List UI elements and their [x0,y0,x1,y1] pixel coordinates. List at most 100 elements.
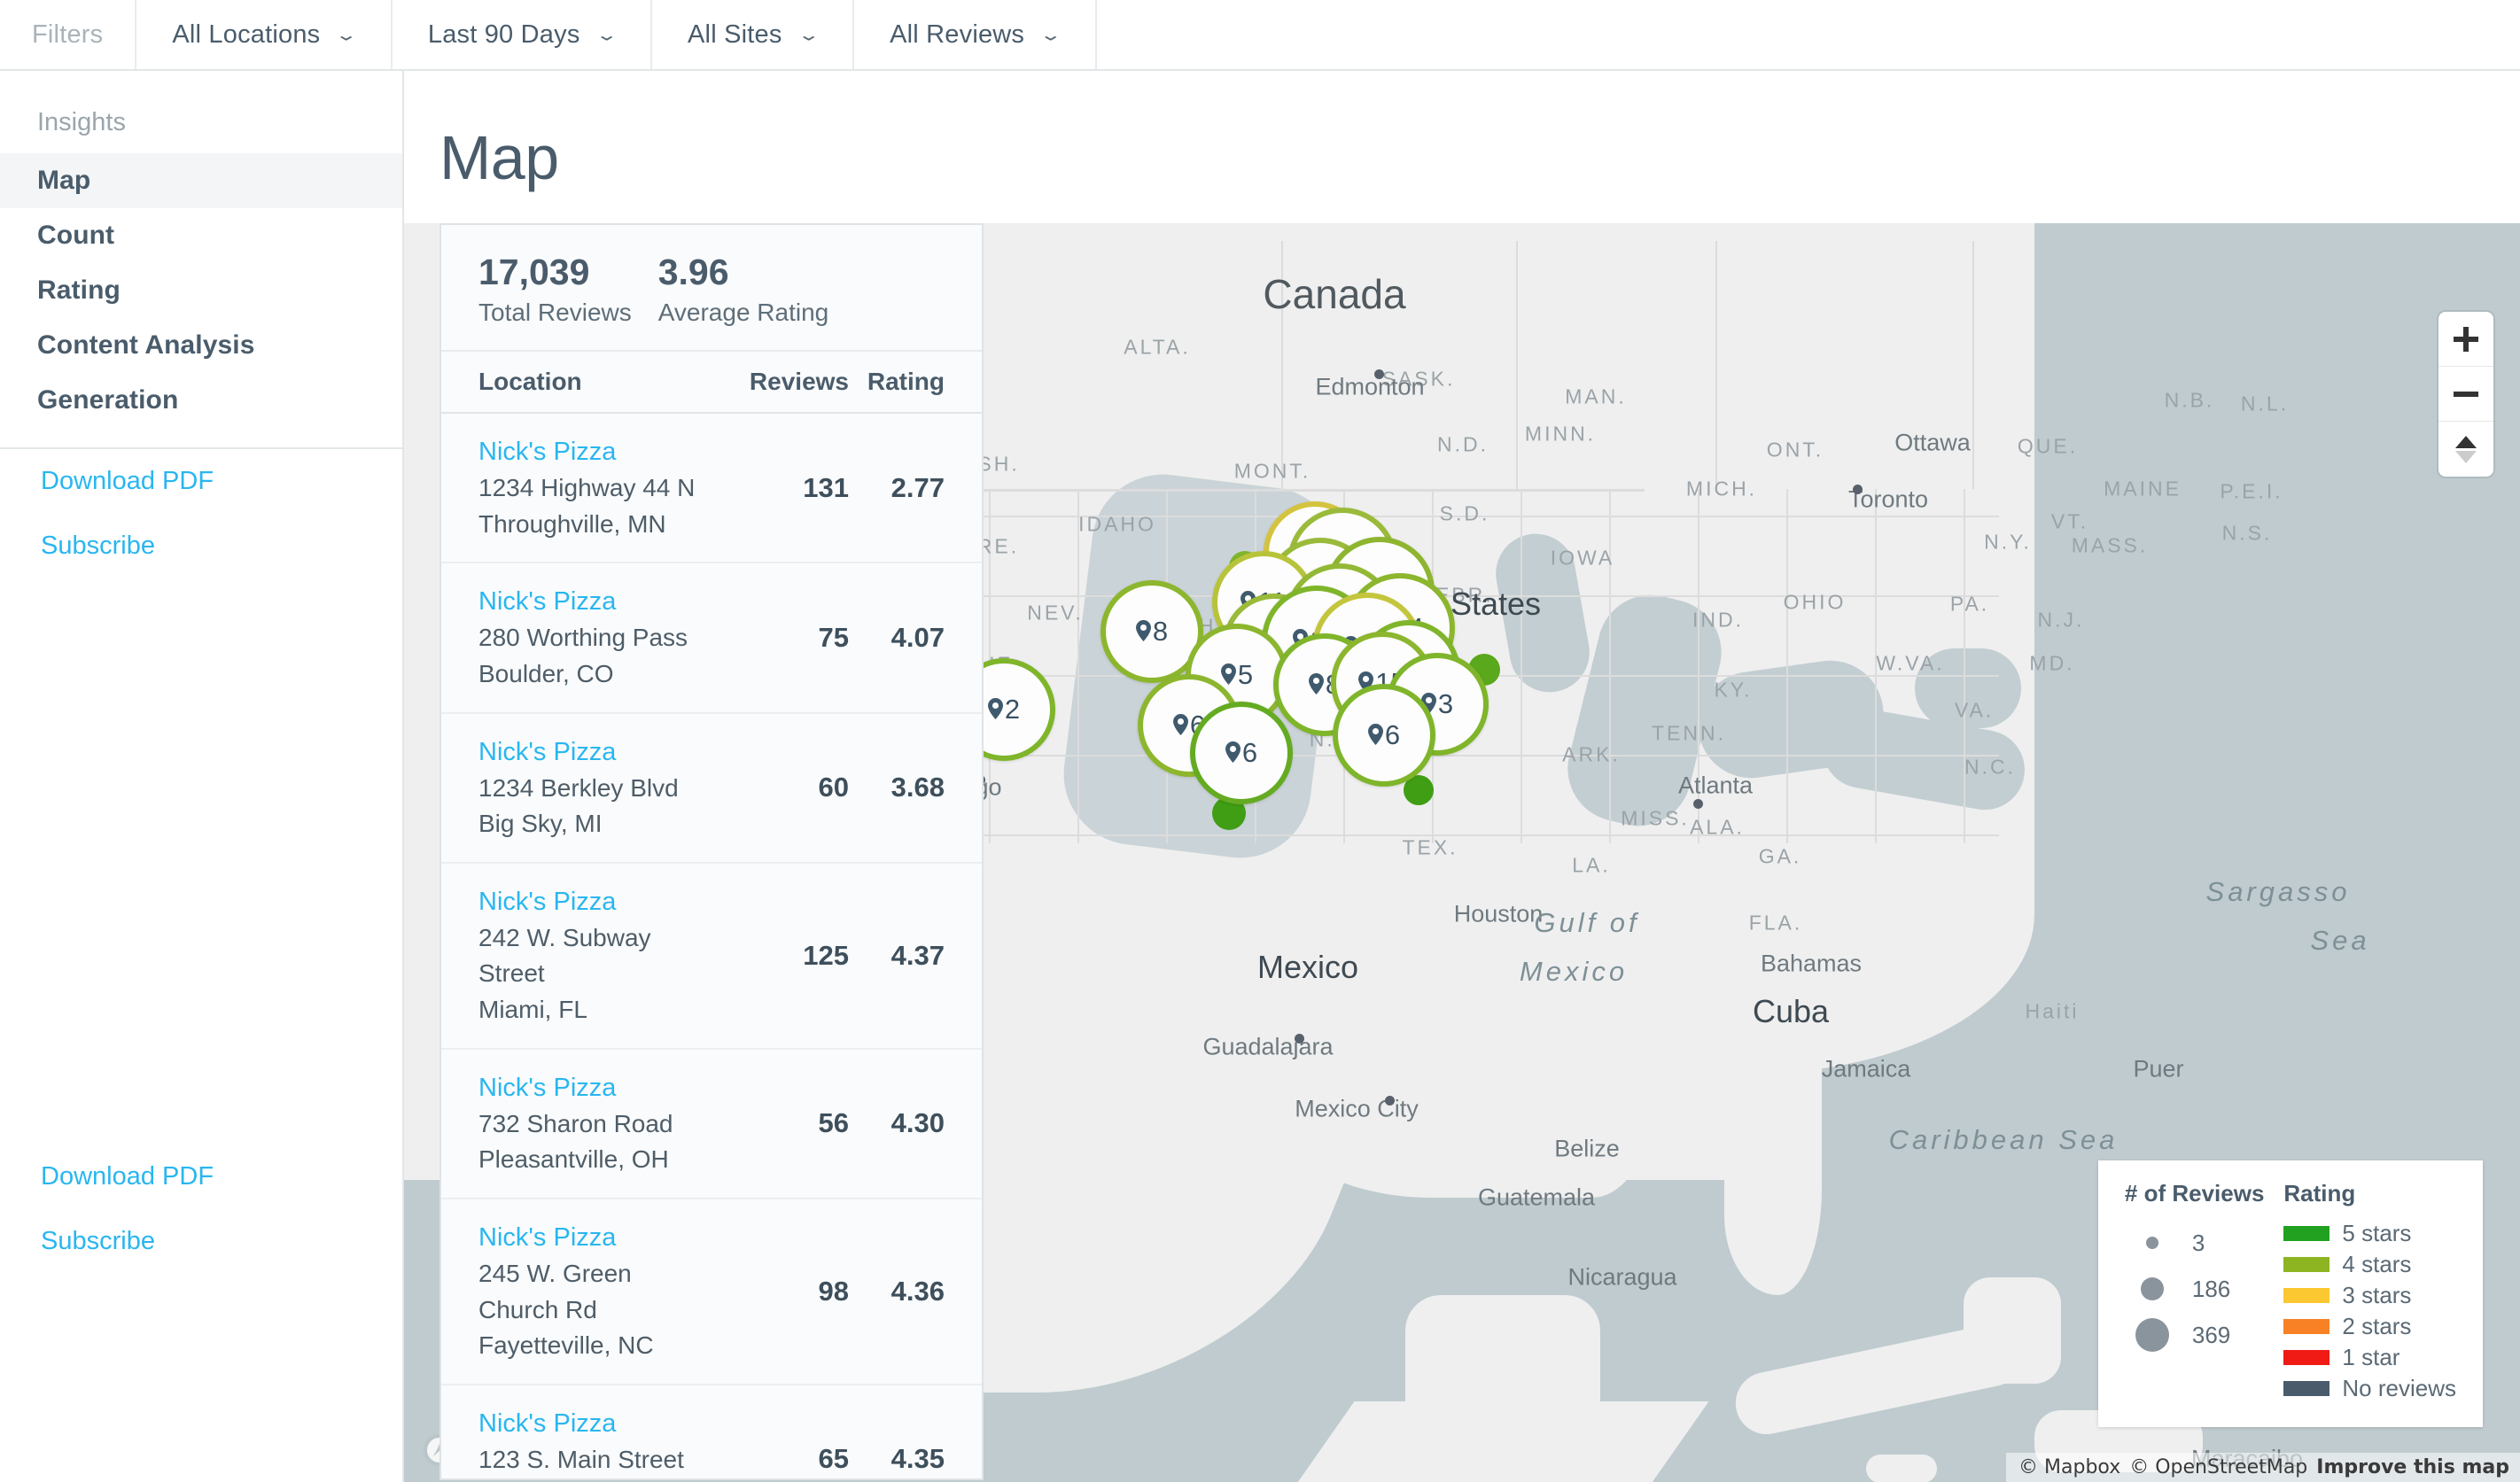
map-label: Nicaragua [1567,1263,1677,1291]
landmass-florida [1724,1056,1822,1295]
map-label: N.C. [1964,755,2016,779]
sidebar-item-count[interactable]: Count [0,208,402,263]
total-reviews-value: 17,039 [478,252,590,292]
legend-rating-label: 1 star [2342,1344,2400,1370]
row-location-cell: Nick's Pizza 732 Sharon Road Pleasantville… [441,1069,698,1178]
cluster-count: 3 [1437,688,1454,719]
map-label: ONT. [1766,438,1824,462]
location-name-link[interactable]: Nick's Pizza [478,883,698,920]
location-name-link[interactable]: Nick's Pizza [478,433,698,470]
table-row[interactable]: Nick's Pizza 280 Worthing Pass Boulder, CO… [441,563,982,714]
sidebar-item-rating[interactable]: Rating [0,263,402,318]
map-label: MASS. [2071,533,2149,557]
location-city: Throughville, MN [478,509,666,538]
map-label: IOWA [1550,546,1615,570]
state-border-line [953,834,1999,836]
table-row[interactable]: Nick's Pizza 1234 Berkley Blvd Big Sky, MI… [441,713,982,864]
map-label: GA. [1758,844,1802,868]
table-header: Location Reviews Rating [441,352,982,415]
location-street: 245 W. Green Church Rd [478,1259,632,1323]
download-pdf-link-bottom[interactable]: Download PDF [0,1144,402,1209]
legend-color-swatch [2283,1350,2330,1365]
sidebar-item-content-analysis[interactable]: Content Analysis [0,318,402,373]
row-rating-value: 3.68 [891,772,945,803]
filter-all-locations[interactable]: All Locations ⌄ [136,0,393,69]
subscribe-link-bottom[interactable]: Subscribe [0,1209,402,1274]
map-label: W.VA. [1876,651,1945,675]
map-pin-icon [1135,620,1151,641]
attribution-mapbox[interactable]: © Mapbox [2018,1456,2120,1478]
cluster-marker[interactable]: 6 [1333,684,1435,787]
table-row[interactable]: Nick's Pizza 732 Sharon Road Pleasantville… [441,1049,982,1199]
location-name-link[interactable]: Nick's Pizza [478,583,698,620]
location-name-link[interactable]: Nick's Pizza [478,1069,698,1106]
row-rating-value: 4.36 [891,1275,945,1307]
attribution-osm[interactable]: © OpenStreetMap [2129,1456,2307,1478]
map-label: ARK. [1562,742,1621,766]
map-label: S.D. [1439,501,1490,525]
cluster-marker[interactable]: 6 [1190,702,1293,804]
compass-icon [2455,435,2477,463]
column-header-rating[interactable]: Rating [849,368,982,396]
location-name-link[interactable]: Nick's Pizza [478,1219,698,1256]
row-rating-value: 2.77 [891,471,945,503]
legend-color-swatch [2283,1319,2330,1334]
table-row[interactable]: Nick's Pizza 1234 Highway 44 N Throughvill… [441,414,982,564]
legend-bubble-wrap [2125,1237,2180,1249]
map-label: QUE. [2017,434,2079,458]
location-name-link[interactable]: Nick's Pizza [478,733,698,771]
map-label: IDAHO [1078,512,1156,536]
chevron-down-icon: ⌄ [334,25,359,43]
filter-date-range[interactable]: Last 90 Days ⌄ [393,0,653,69]
map-label: MINN. [1524,422,1597,446]
map-label: Sea [2310,925,2370,956]
row-rating-value: 4.30 [891,1107,945,1139]
city-dot-icon [1385,1096,1395,1106]
location-name-link[interactable]: Nick's Pizza [478,1405,698,1442]
map-label: PA. [1949,592,1990,616]
subscribe-link-top[interactable]: Subscribe [0,514,402,578]
map-label: Atlanta [1677,772,1754,799]
location-street: 280 Worthing Pass [478,624,688,652]
download-pdf-link-top[interactable]: Download PDF [0,449,402,514]
city-dot-icon [1374,369,1384,379]
average-rating-value: 3.96 [657,252,729,292]
table-row[interactable]: Nick's Pizza 245 W. Green Church Rd Fayett… [441,1199,982,1385]
map-label: Gulf of [1534,907,1640,938]
map-label: MAINE [2104,477,2182,500]
column-header-reviews[interactable]: Reviews [698,368,849,396]
filter-all-reviews[interactable]: All Reviews ⌄ [854,0,1097,69]
filter-all-sites[interactable]: All Sites ⌄ [652,0,855,69]
zoom-out-button[interactable] [2438,367,2493,422]
province-border-line [1715,241,1717,489]
state-border-line [953,755,1999,757]
legend-rating-list: 5 stars 4 stars 3 stars 2 stars 1 star No rev… [2283,1220,2456,1402]
map-label: Guadalajara [1202,1033,1334,1060]
sidebar-item-generation[interactable]: Generation [0,373,402,428]
legend-rating-label: 3 stars [2342,1282,2412,1308]
landmass-jamaica [1866,1455,1937,1482]
table-row[interactable]: Nick's Pizza 242 W. Subway Street Miami, F… [441,863,982,1050]
map-label: Houston [1453,900,1544,927]
map-label: Puer [2133,1055,2184,1082]
zoom-in-button[interactable] [2438,312,2493,367]
location-city: Pleasantville, OH [478,1145,669,1174]
legend-bubble-wrap [2125,1277,2180,1300]
map-label: N.S. [2221,521,2273,545]
location-city: Boulder, CO [478,660,614,688]
column-header-location[interactable]: Location [441,368,698,396]
improve-this-map-link[interactable]: Improve this map [2316,1456,2509,1478]
map-label: VT. [2050,509,2089,533]
location-street: 1234 Highway 44 N [478,474,696,502]
state-border-line [1077,489,1079,843]
legend-rating-label: 4 stars [2342,1251,2412,1277]
map-zoom-controls[interactable] [2438,312,2493,477]
city-dot-icon [1693,799,1703,809]
table-row[interactable]: Nick's Pizza 123 S. Main Street Bentonvill… [441,1385,982,1480]
map-pin-icon [987,698,1003,719]
map-label: Ottawa [1894,429,1971,456]
sidebar-item-map[interactable]: Map [0,153,402,208]
location-city: Bentonville, OH [478,1478,698,1480]
row-location-cell: Nick's Pizza 245 W. Green Church Rd Fayett… [441,1219,698,1364]
compass-button[interactable] [2438,422,2493,477]
